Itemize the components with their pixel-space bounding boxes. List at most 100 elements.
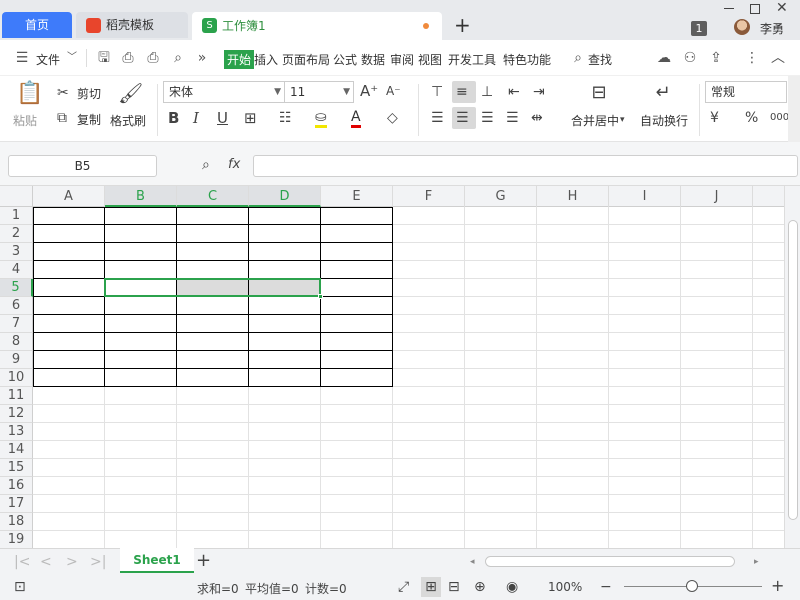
row-header-1[interactable]: 1 [0, 207, 33, 225]
chevron-down-icon[interactable]: ﹀ [64, 50, 80, 66]
row-header-13[interactable]: 13 [0, 423, 33, 441]
bold-icon[interactable]: B [168, 110, 179, 126]
menu-data[interactable]: 数据 [361, 51, 385, 68]
macro-icon[interactable]: ⊡ [14, 579, 26, 595]
justify-icon[interactable]: ☰ [506, 110, 519, 126]
function-icon[interactable]: fx [228, 157, 240, 173]
row-header-5[interactable]: 5 [0, 279, 33, 297]
menu-review[interactable]: 审阅 [390, 51, 414, 68]
decrease-font-icon[interactable]: A⁻ [386, 83, 401, 99]
font-name-select[interactable]: 宋体 ▼ [163, 81, 285, 103]
scissors-icon[interactable]: ✂ [57, 85, 69, 101]
normal-view-icon[interactable]: ⊞ [421, 577, 441, 597]
menu-file[interactable]: 文件 [36, 51, 60, 68]
window-count-badge[interactable]: 1 [691, 21, 707, 36]
zoom-in-icon[interactable]: + [771, 578, 784, 594]
align-middle-icon[interactable]: ≡ [456, 84, 468, 100]
scroll-left-icon[interactable]: ◂ [470, 554, 475, 570]
align-center-icon[interactable]: ☰ [456, 110, 469, 126]
horizontal-scrollbar[interactable] [485, 556, 735, 567]
vertical-scrollbar[interactable] [784, 186, 800, 548]
cloud-sync-icon[interactable]: ☁ [656, 50, 672, 66]
row-header-16[interactable]: 16 [0, 477, 33, 495]
menu-hamburger-icon[interactable]: ☰ [14, 50, 30, 66]
number-format-select[interactable]: 常规 [705, 81, 787, 103]
close-icon[interactable]: ✕ [776, 0, 788, 16]
ribbon-scroll[interactable] [788, 76, 800, 142]
minimize-icon[interactable] [724, 8, 734, 9]
align-top-icon[interactable]: ⊤ [431, 84, 443, 100]
wrap-text-button[interactable]: 自动换行 [640, 112, 688, 129]
last-sheet-icon[interactable]: >| [90, 554, 106, 570]
row-header-18[interactable]: 18 [0, 513, 33, 531]
fullscreen-icon[interactable]: ⤢ [398, 579, 409, 595]
align-left-icon[interactable]: ☰ [431, 110, 444, 126]
more-icon[interactable]: » [194, 50, 210, 66]
row-header-15[interactable]: 15 [0, 459, 33, 477]
cut-button[interactable]: 剪切 [77, 85, 101, 102]
save-icon[interactable]: 🖫 [96, 50, 112, 66]
align-bottom-icon[interactable]: ⊥ [481, 84, 493, 100]
menu-view[interactable]: 视图 [418, 51, 442, 68]
tab-template[interactable]: 稻壳模板 [76, 12, 188, 38]
distribute-icon[interactable]: ⇹ [531, 110, 543, 126]
print-preview-icon[interactable]: ⌕ [170, 50, 186, 66]
eraser-icon[interactable]: ◇ [387, 110, 398, 126]
prev-sheet-icon[interactable]: < [40, 554, 52, 570]
percent-icon[interactable]: % [745, 110, 758, 126]
spreadsheet-grid[interactable]: A B C D E F G H I J 1 2 3 4 5 6 7 8 9 10 11 12 13 14 15 16 17 18 19 [0, 186, 784, 548]
zoom-icon[interactable]: ⌕ [202, 157, 210, 173]
chevron-down-icon[interactable]: ▾ [620, 112, 625, 128]
menu-search[interactable]: 查找 [588, 51, 612, 68]
add-sheet-button[interactable]: + [196, 552, 211, 570]
column-header-g[interactable]: G [465, 186, 537, 207]
menu-insert[interactable]: 插入 [254, 51, 278, 68]
formula-input[interactable] [253, 155, 798, 177]
column-header-f[interactable]: F [393, 186, 465, 207]
zoom-level[interactable]: 100% [548, 580, 582, 594]
menu-developer[interactable]: 开发工具 [448, 51, 496, 68]
row-header-2[interactable]: 2 [0, 225, 33, 243]
column-header-d[interactable]: D [249, 186, 321, 207]
format-painter-icon[interactable]: 🖌 [118, 82, 143, 104]
row-header-8[interactable]: 8 [0, 333, 33, 351]
maximize-icon[interactable] [750, 4, 760, 14]
collaborate-icon[interactable]: ⚇ [682, 50, 698, 66]
row-header-9[interactable]: 9 [0, 351, 33, 369]
column-header-i[interactable]: I [609, 186, 681, 207]
row-header-7[interactable]: 7 [0, 315, 33, 333]
column-header-e[interactable]: E [321, 186, 393, 207]
avatar[interactable] [734, 19, 750, 35]
paste-icon[interactable]: 📋 [16, 82, 43, 106]
page-break-view-icon[interactable]: ⊟ [448, 579, 460, 595]
tab-workbook[interactable]: S 工作簿1 [192, 12, 442, 40]
scroll-right-icon[interactable]: ▸ [754, 554, 759, 570]
name-box[interactable]: B5 [8, 155, 157, 177]
row-header-10[interactable]: 10 [0, 369, 33, 387]
font-size-select[interactable]: 11 ▼ [284, 81, 354, 103]
paste-button[interactable]: 粘贴 [13, 112, 37, 129]
row-header-12[interactable]: 12 [0, 405, 33, 423]
borders-icon[interactable]: ⊞ [244, 110, 257, 126]
column-header-j[interactable]: J [681, 186, 753, 207]
sheet-tab-sheet1[interactable]: Sheet1 [120, 548, 194, 573]
row-header-19[interactable]: 19 [0, 531, 33, 548]
font-color-icon[interactable]: A [351, 109, 361, 128]
menu-formulas[interactable]: 公式 [333, 51, 357, 68]
page-layout-view-icon[interactable]: ⊕ [474, 579, 486, 595]
next-sheet-icon[interactable]: > [66, 554, 78, 570]
fill-color-icon[interactable]: ⛀ [315, 109, 327, 128]
underline-icon[interactable]: U [217, 110, 228, 126]
wrap-text-icon[interactable]: ↵ [652, 82, 674, 104]
column-header-c[interactable]: C [177, 186, 249, 207]
row-header-17[interactable]: 17 [0, 495, 33, 513]
conditional-style-icon[interactable]: ☷ [279, 110, 292, 126]
align-right-icon[interactable]: ☰ [481, 110, 494, 126]
row-header-11[interactable]: 11 [0, 387, 33, 405]
row-header-14[interactable]: 14 [0, 441, 33, 459]
first-sheet-icon[interactable]: |< [14, 554, 30, 570]
column-header-a[interactable]: A [33, 186, 105, 207]
currency-icon[interactable]: ¥ [710, 110, 719, 126]
merge-center-icon[interactable]: ⊟ [588, 82, 610, 104]
search-icon[interactable]: ⌕ [570, 50, 586, 66]
